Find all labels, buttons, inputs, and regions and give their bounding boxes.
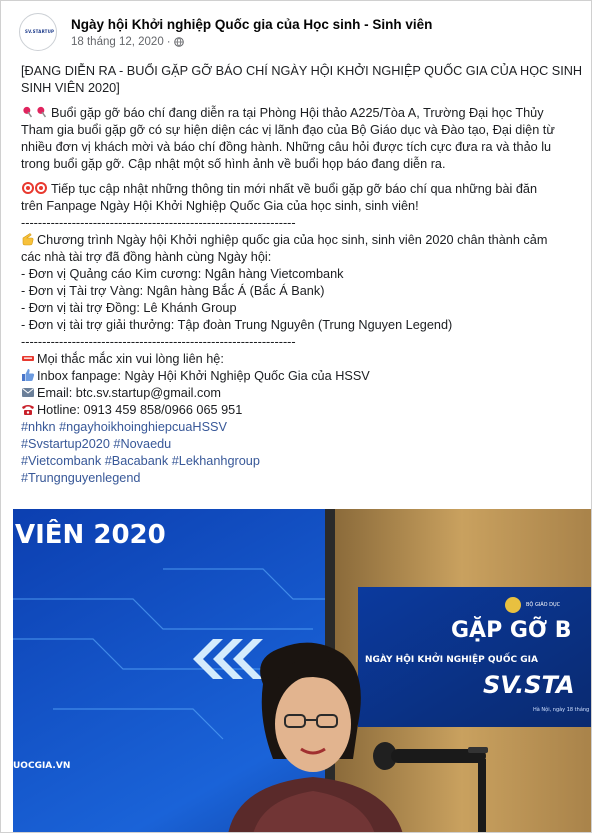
banner-right-date: Hà Nội, ngày 18 tháng [533,706,589,713]
post-header: SV.STARTUP Ngày hội Khởi nghiệp Quốc gia… [19,13,579,53]
sponsor-line: - Đơn vị tài trợ Đồng: Lê Khánh Group [21,301,237,315]
target-icon [22,182,47,194]
post-line: Hotline: 0913 459 858/0966 065 951 [21,402,591,419]
post-text: [ĐANG DIỄN RA - BUỔI GẶP GỠ BÁO CHÍ NGÀY… [21,63,591,487]
banner-right-brand: SV.STA [483,671,575,699]
post-photo[interactable]: VIÊN 2020 UOCGIA.VN BỘ GIÁO DỤC GẶP GỠ B… [13,509,591,832]
sponsor-line: - Đơn vị Quảng cáo Kim cương: Ngân hàng … [21,267,344,281]
hashtag-link[interactable]: #Trungnguyenlegend [21,470,591,487]
post-line-text: Buổi gặp gỡ báo chí đang diễn ra tại Phò… [51,106,544,120]
globe-icon[interactable] [173,37,184,47]
post-line: SINH VIÊN 2020] [21,81,120,95]
facebook-post: SV.STARTUP Ngày hội Khởi nghiệp Quốc gia… [0,0,592,833]
banner-right-title: GẶP GỠ B [451,616,572,643]
post-line: nhiều đơn vị khách mời và báo chí đồng h… [21,140,552,154]
post-line-text: Tiếp tục cập nhật những thông tin mới nh… [51,182,538,196]
hashtag-link[interactable]: #Vietcombank #Bacabank #Lekhanhgroup [21,453,591,470]
post-line: Mọi thắc mắc xin vui lòng liên hệ: [21,351,591,368]
post-meta: 18 tháng 12, 2020 · [71,36,184,48]
post-line: các nhà tài trợ đã đồng hành cùng Ngày h… [21,250,272,264]
post-line: Tham gia buổi gặp gỡ có sự hiện diện các… [21,123,555,137]
post-line: Chương trình Ngày hội Khởi nghiệp quốc g… [21,232,591,249]
page-avatar[interactable]: SV.STARTUP [19,13,57,51]
email-icon [22,388,34,397]
pointing-hand-icon [22,233,34,246]
post-line: [ĐANG DIỄN RA - BUỔI GẶP GỠ BÁO CHÍ NGÀY… [21,64,583,78]
post-line: trong buổi gặp gỡ. Cập nhật một số hình … [21,157,446,171]
sponsor-line: - Đơn vị tài trợ giải thưởng: Tập đoàn T… [21,318,453,332]
hashtag-link[interactable]: #nhkn #ngayhoikhoinghiepcuaHSSV [21,419,591,436]
separator-line: ----------------------------------------… [21,216,296,230]
post-line-text: Email: btc.sv.startup@gmail.com [37,386,221,400]
banner-left-text: VIÊN 2020 [15,518,166,550]
post-line: Inbox fanpage: Ngày Hội Khởi Nghiệp Quốc… [21,368,591,385]
thumbs-up-icon [22,369,35,381]
post-line-text: Hotline: 0913 459 858/0966 065 951 [37,403,243,417]
avatar-logo: SV.STARTUP [25,29,55,34]
post-line: trên Fanpage Ngày Hội Khởi Nghiệp Quốc G… [21,199,419,213]
sponsor-line: - Đơn vị Tài trợ Vàng: Ngân hàng Bắc Á (… [21,284,325,298]
separator-line: ----------------------------------------… [21,335,296,349]
page-name-link[interactable]: Ngày hội Khởi nghiệp Quốc gia của Học si… [71,17,432,32]
post-line: Email: btc.sv.startup@gmail.com [21,385,591,402]
mailbox-icon [22,356,34,361]
post-line-text: Inbox fanpage: Ngày Hội Khởi Nghiệp Quốc… [37,369,370,383]
hashtag-link[interactable]: #Svstartup2020 #Novaedu [21,436,591,453]
post-line: Tiếp tục cập nhật những thông tin mới nh… [21,181,591,198]
meta-separator: · [166,36,171,48]
emblem-icon [505,597,521,613]
press-conference-photo: VIÊN 2020 UOCGIA.VN BỘ GIÁO DỤC GẶP GỠ B… [13,509,591,832]
telephone-icon [22,405,34,415]
post-line-text: Mọi thắc mắc xin vui lòng liên hệ: [37,352,224,366]
pushpin-icon [23,106,47,118]
banner-bottom-text: UOCGIA.VN [13,761,70,771]
post-line: Buổi gặp gỡ báo chí đang diễn ra tại Phò… [21,105,591,122]
post-date[interactable]: 18 tháng 12, 2020 [71,36,164,48]
banner-right-small: BỘ GIÁO DỤC [526,601,561,608]
post-line-text: Chương trình Ngày hội Khởi nghiệp quốc g… [37,233,548,247]
